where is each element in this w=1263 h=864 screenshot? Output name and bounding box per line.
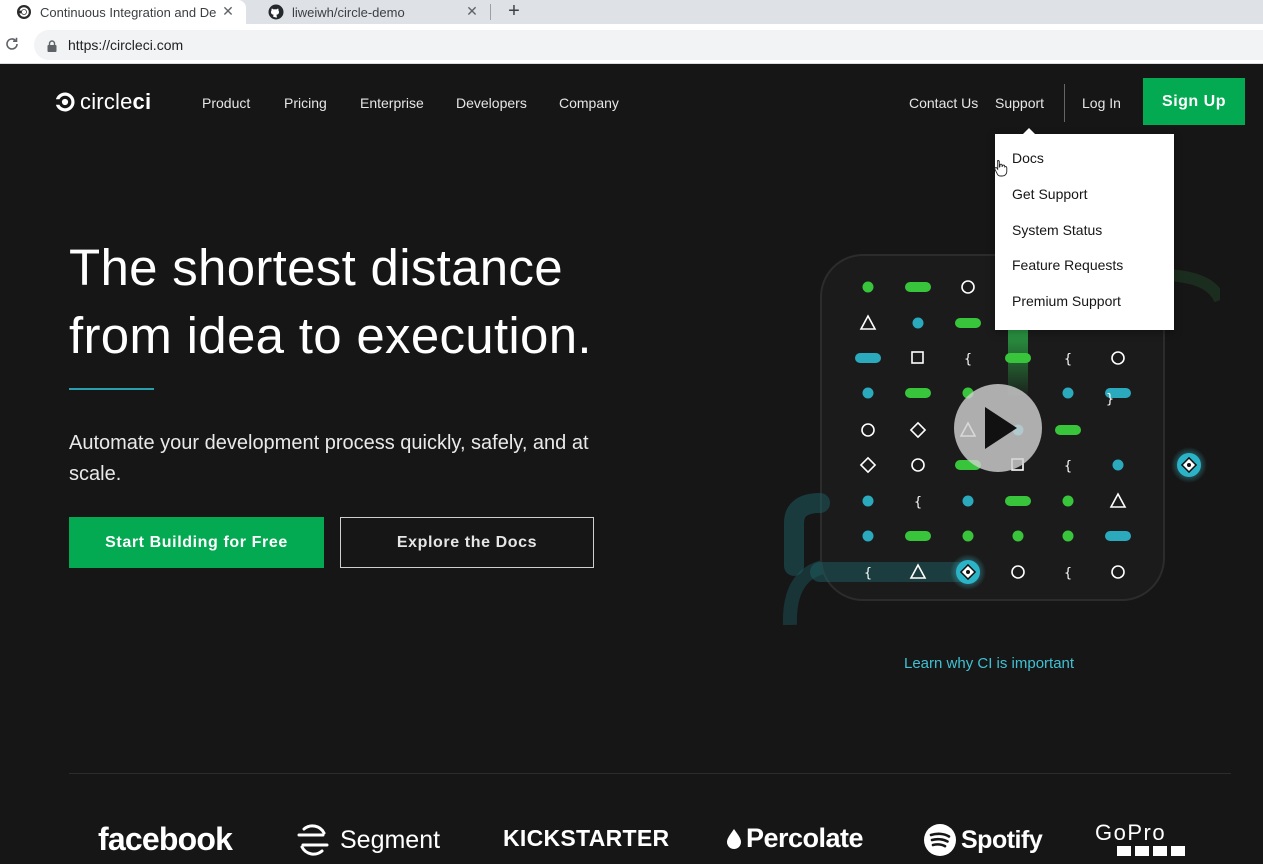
svg-text:}: }: [1106, 392, 1114, 407]
circleci-logo-icon: [55, 92, 75, 112]
close-tab-icon[interactable]: ✕: [464, 3, 480, 20]
start-building-button[interactable]: Start Building for Free: [69, 517, 324, 568]
nav-divider: [1064, 84, 1065, 122]
drop-icon: [727, 828, 741, 849]
nav-log-in[interactable]: Log In: [1082, 95, 1121, 111]
dropdown-item-get-support[interactable]: Get Support: [1012, 186, 1088, 202]
kickstarter-logo: KICKSTARTER: [503, 825, 670, 851]
circleci-favicon-icon: [16, 4, 32, 20]
spotify-logo: Spotify: [923, 823, 1043, 857]
nav-support[interactable]: Support: [995, 95, 1044, 111]
close-tab-icon[interactable]: ✕: [220, 3, 236, 20]
explore-docs-button[interactable]: Explore the Docs: [340, 517, 594, 568]
address-bar: https://circleci.com: [0, 24, 1263, 64]
nav-enterprise[interactable]: Enterprise: [360, 95, 424, 111]
url-field[interactable]: https://circleci.com: [34, 30, 1263, 60]
sign-up-button[interactable]: Sign Up: [1143, 78, 1245, 125]
hand-cursor-icon: [994, 160, 1008, 177]
percolate-logo: Percolate: [726, 823, 864, 854]
github-favicon-icon: [268, 4, 284, 20]
nav-developers[interactable]: Developers: [456, 95, 527, 111]
nav-product[interactable]: Product: [202, 95, 250, 111]
lock-icon[interactable]: [47, 39, 57, 52]
svg-text:{: {: [914, 495, 922, 510]
gopro-squares-icon: [1117, 846, 1185, 856]
learn-why-ci-link[interactable]: Learn why CI is important: [904, 655, 1074, 672]
dropdown-item-feature-requests[interactable]: Feature Requests: [1012, 257, 1123, 273]
dropdown-item-premium-support[interactable]: Premium Support: [1012, 293, 1121, 309]
svg-text:{: {: [1064, 352, 1072, 367]
segment-logo: Segment: [296, 823, 440, 857]
nav-company[interactable]: Company: [559, 95, 619, 111]
svg-text:{: {: [964, 352, 972, 367]
facebook-logo: facebook: [98, 821, 233, 857]
logo-wordmark: circleci: [80, 89, 152, 114]
nav-pricing[interactable]: Pricing: [284, 95, 327, 111]
svg-text:{: {: [1064, 566, 1072, 581]
tab-title: liweiwh/circle-demo: [292, 4, 405, 20]
dropdown-item-system-status[interactable]: System Status: [1012, 222, 1102, 238]
section-divider: [69, 773, 1231, 774]
circleci-logo[interactable]: circleci: [54, 89, 151, 115]
url-text: https://circleci.com: [68, 37, 184, 53]
circleci-homepage: circleci Product Pricing Enterprise Deve…: [0, 65, 1263, 864]
svg-text:{: {: [864, 566, 872, 581]
browser-tab-github[interactable]: liweiwh/circle-demo ✕: [252, 0, 490, 24]
browser-tab-bar: Continuous Integration and Del ✕ liweiwh…: [0, 0, 1263, 24]
dropdown-item-docs[interactable]: Docs: [1012, 150, 1044, 166]
support-dropdown-menu: Docs Get Support System Status Feature R…: [995, 128, 1174, 330]
svg-text:{: {: [1064, 459, 1072, 474]
segment-icon: [297, 824, 329, 856]
hero-subtext: Automate your development process quickl…: [69, 432, 589, 485]
gopro-logo: GoPro: [1095, 822, 1199, 857]
new-tab-button[interactable]: +: [504, 0, 524, 22]
hero-headline: The shortest distance from idea to execu…: [69, 234, 669, 370]
browser-tab-circleci[interactable]: Continuous Integration and Del ✕: [0, 0, 246, 24]
headline-line-2: from idea to execution.: [69, 307, 592, 364]
tab-title: Continuous Integration and Del: [40, 4, 216, 20]
headline-accent-line: [69, 388, 154, 390]
play-video-icon[interactable]: [954, 384, 1042, 472]
spotify-icon: [924, 824, 956, 856]
nav-contact-us[interactable]: Contact Us: [909, 95, 978, 111]
reload-icon[interactable]: [4, 36, 20, 52]
headline-line-1: The shortest distance: [69, 239, 563, 296]
tab-separator: [490, 4, 491, 20]
